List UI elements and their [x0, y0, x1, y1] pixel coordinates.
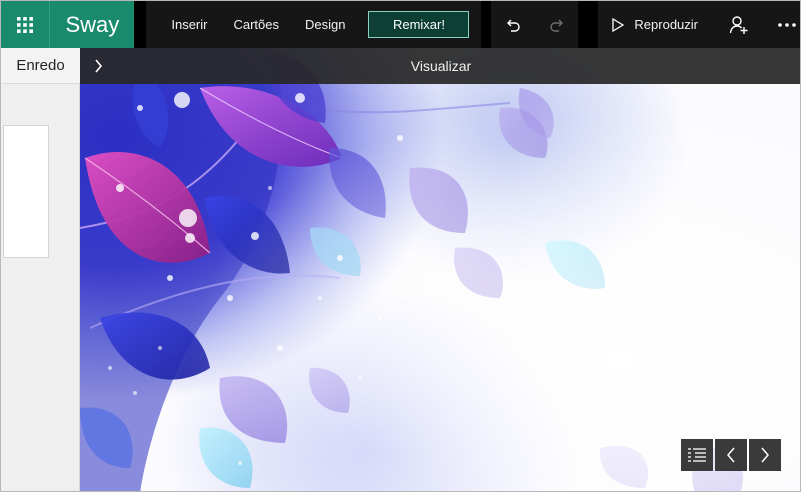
more-button[interactable]	[772, 10, 800, 40]
undo-icon	[507, 19, 520, 32]
undo-redo-group	[491, 1, 579, 48]
chevron-right-icon	[94, 59, 102, 73]
previous-button[interactable]	[715, 439, 747, 471]
more-icon	[778, 22, 796, 27]
preview-title: Visualizar	[410, 58, 472, 74]
tab-insert[interactable]: Inserir	[158, 17, 220, 32]
storyline-panel	[1, 84, 80, 491]
navigation-button[interactable]	[681, 439, 713, 471]
expand-storyline-button[interactable]	[80, 48, 116, 84]
share-button[interactable]	[724, 10, 754, 40]
navigation-list-icon	[688, 448, 706, 462]
tab-cards[interactable]: Cartões	[220, 17, 292, 32]
next-button[interactable]	[749, 439, 781, 471]
ribbon-tabs: Inserir Cartões Design Remixar!	[146, 1, 482, 48]
undo-button[interactable]	[498, 10, 528, 40]
chevron-right-icon	[761, 447, 769, 463]
right-actions: Reproduzir	[598, 1, 800, 48]
redo-button[interactable]	[542, 10, 572, 40]
tab-design[interactable]: Design	[292, 17, 358, 32]
slide-navigation	[681, 439, 781, 471]
chevron-left-icon	[727, 447, 735, 463]
storyline-tab[interactable]: Enredo	[1, 48, 80, 84]
top-bar: Sway Inserir Cartões Design Remixar! Rep…	[1, 1, 800, 48]
preview-header: Visualizar	[80, 48, 800, 84]
play-button[interactable]: Reproduzir	[598, 17, 712, 32]
remix-button[interactable]: Remixar!	[368, 11, 470, 38]
app-brand: Sway	[50, 1, 135, 48]
play-icon	[612, 17, 625, 32]
background-leaves-image	[80, 48, 800, 491]
preview-canvas	[80, 48, 800, 491]
storyline-card[interactable]	[3, 125, 49, 258]
add-person-icon	[729, 15, 748, 34]
play-label: Reproduzir	[634, 17, 698, 32]
sway-window: Sway Inserir Cartões Design Remixar! Rep…	[0, 0, 801, 492]
redo-icon	[549, 19, 563, 32]
app-launcher-button[interactable]	[1, 1, 51, 48]
waffle-icon	[17, 16, 34, 33]
